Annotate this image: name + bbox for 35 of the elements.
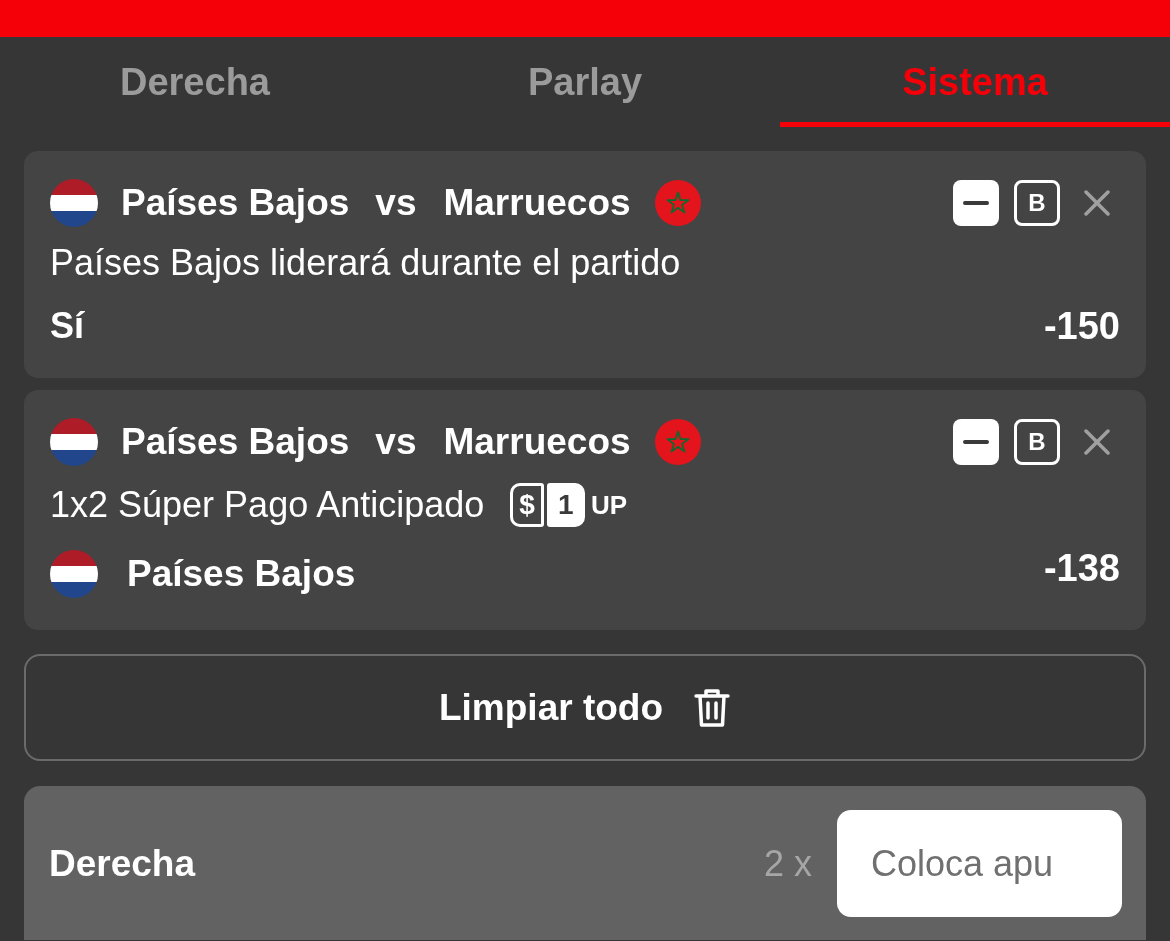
team-name: Países Bajos <box>121 181 350 226</box>
versus-label: vs <box>375 420 417 465</box>
minus-icon <box>963 201 989 205</box>
tab[interactable]: Derecha <box>0 37 390 127</box>
bet-type-label: Derecha <box>49 841 196 886</box>
striped-flag-icon <box>50 179 98 227</box>
number-tag: 1 <box>546 483 585 527</box>
close-icon[interactable] <box>1084 429 1110 455</box>
minus-icon <box>963 440 989 444</box>
b-button[interactable]: B <box>1014 419 1060 465</box>
minus-button[interactable] <box>953 180 999 226</box>
striped-flag-icon <box>50 418 98 466</box>
tab[interactable]: Parlay <box>390 37 780 127</box>
versus-label: vs <box>375 181 417 226</box>
odds-value: -150 <box>1043 303 1120 349</box>
team-name: Marruecos <box>443 420 631 465</box>
market-name: 1x2 Súper Pago Anticipado <box>50 483 485 527</box>
b-button[interactable]: B <box>1014 180 1060 226</box>
dollar-tag: $ <box>510 483 544 527</box>
trash-icon <box>693 686 731 729</box>
selection-name: Países Bajos <box>127 552 356 597</box>
striped-flag-icon <box>50 550 98 598</box>
market-name: Países Bajos liderará durante el partido <box>50 241 681 285</box>
multiplier-label: 2 x <box>763 841 812 886</box>
odds-value: -138 <box>1043 545 1120 591</box>
badge-label: UP <box>590 489 628 522</box>
star-flag-icon <box>654 180 701 226</box>
clear-all-button[interactable]: Limpiar todo <box>24 654 1146 761</box>
star-flag-icon <box>654 419 701 465</box>
stake-input[interactable]: Coloca apu <box>837 810 1122 917</box>
team-name: Países Bajos <box>121 420 350 465</box>
minus-button[interactable] <box>953 419 999 465</box>
selection-name: Sí <box>50 304 84 348</box>
close-icon[interactable] <box>1084 190 1110 216</box>
team-name: Marruecos <box>443 181 631 226</box>
